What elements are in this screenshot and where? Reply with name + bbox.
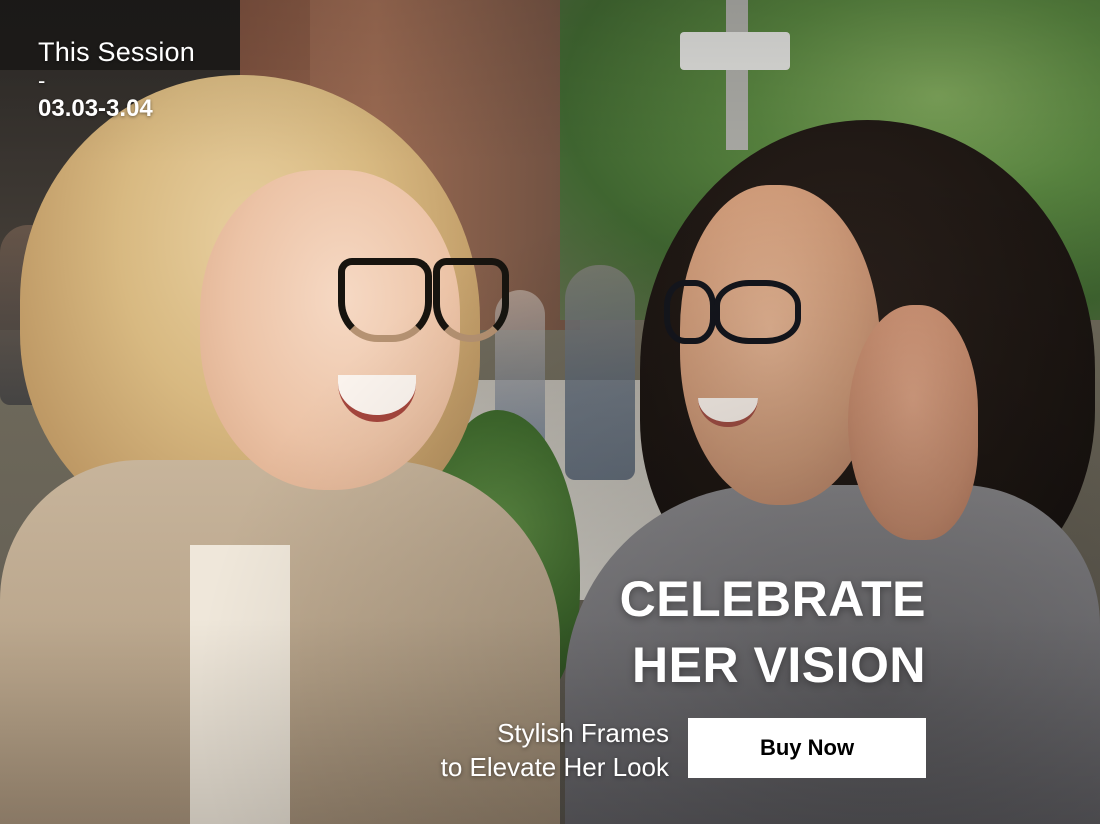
headline-line-1: CELEBRATE <box>619 571 926 627</box>
headline-line-2: HER VISION <box>632 637 926 693</box>
subheadline: Stylish Frames to Elevate Her Look <box>441 716 669 784</box>
session-separator: - <box>38 68 46 93</box>
buy-now-button[interactable]: Buy Now <box>688 718 926 778</box>
session-dates: 03.03-3.04 <box>38 95 153 122</box>
subheadline-line-1: Stylish Frames <box>497 718 669 748</box>
headline: CELEBRATE HER VISION <box>620 566 926 698</box>
promo-banner: This Session - 03.03-3.04 CELEBRATE HER … <box>0 0 1100 824</box>
session-info: This Session - 03.03-3.04 <box>38 36 195 124</box>
subheadline-line-2: to Elevate Her Look <box>440 752 669 782</box>
session-label: This Session <box>38 37 195 67</box>
